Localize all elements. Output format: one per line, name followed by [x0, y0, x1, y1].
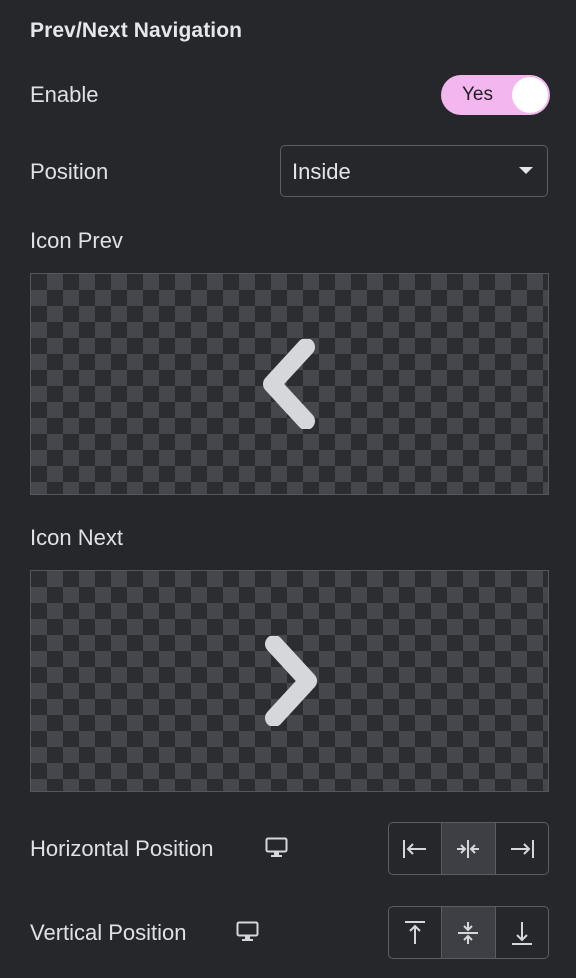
align-center-icon	[457, 839, 480, 858]
align-middle-button[interactable]	[442, 907, 496, 958]
align-middle-icon	[458, 921, 479, 944]
desktop-icon[interactable]	[265, 837, 288, 864]
align-bottom-icon	[511, 921, 532, 945]
align-left-button[interactable]	[389, 823, 443, 874]
enable-toggle-label: Yes	[462, 84, 493, 105]
enable-toggle[interactable]: Yes	[441, 75, 550, 115]
icon-prev-picker[interactable]	[30, 273, 549, 495]
horizontal-position-control	[388, 822, 549, 875]
position-label: Position	[30, 159, 109, 184]
align-right-button[interactable]	[496, 823, 548, 874]
icon-next-picker[interactable]	[30, 570, 549, 792]
align-top-button[interactable]	[389, 907, 443, 958]
horizontal-position-label: Horizontal Position	[30, 836, 214, 861]
caret-down-icon	[519, 167, 533, 174]
position-select-value: Inside	[292, 159, 351, 184]
align-right-icon	[510, 839, 534, 858]
icon-next-label: Icon Next	[30, 525, 123, 550]
enable-label: Enable	[30, 82, 99, 107]
align-top-icon	[405, 920, 426, 944]
vertical-position-control	[388, 906, 549, 959]
position-select[interactable]: Inside	[280, 145, 548, 197]
align-left-icon	[403, 839, 427, 858]
vertical-position-label: Vertical Position	[30, 920, 187, 945]
chevron-right-icon	[264, 636, 317, 726]
desktop-icon[interactable]	[236, 921, 259, 948]
section-title: Prev/Next Navigation	[30, 19, 243, 42]
align-bottom-button[interactable]	[496, 907, 548, 958]
navigation-settings-panel: Prev/Next Navigation Enable Yes Position…	[0, 0, 576, 978]
chevron-left-icon	[262, 339, 315, 429]
toggle-knob	[512, 77, 548, 113]
icon-prev-label: Icon Prev	[30, 228, 123, 253]
align-center-button[interactable]	[442, 823, 496, 874]
